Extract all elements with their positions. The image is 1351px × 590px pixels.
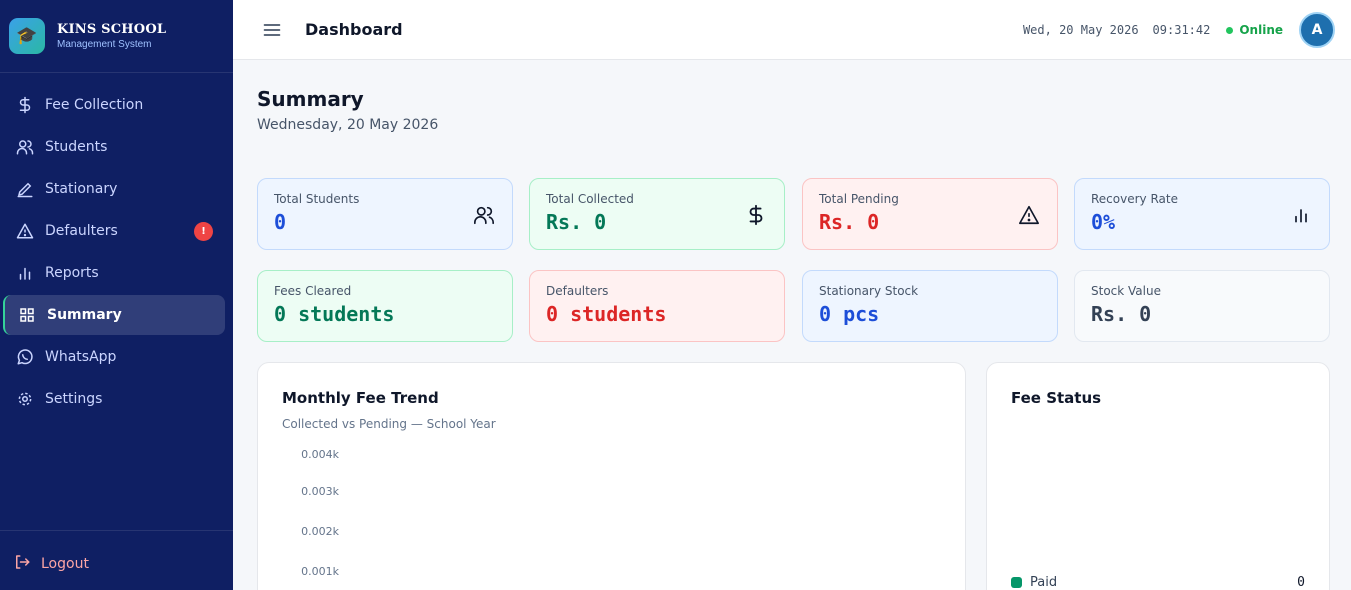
brand-title: KINS SCHOOL — [57, 22, 167, 37]
sidebar-item-reports[interactable]: Reports — [3, 253, 225, 293]
sidebar-item-label: Reports — [45, 265, 99, 281]
avatar[interactable]: A — [1299, 12, 1335, 48]
stat-label: Fees Cleared — [274, 284, 352, 298]
top-header: Dashboard Wed, 20 May 2026 09:31:42 Onli… — [233, 0, 1351, 60]
header-date: Wed, 20 May 2026 — [1022, 23, 1139, 37]
sidebar-footer: Logout — [0, 530, 233, 590]
stat-value: 0% — [1091, 210, 1116, 234]
dollar-icon — [744, 203, 768, 227]
stat-card-defaulters: Defaulters 0 students — [529, 270, 785, 342]
main-content: Summary Wednesday, 20 May 2026 Total Stu… — [233, 60, 1351, 590]
logout-icon — [13, 553, 31, 575]
page-title: Dashboard — [305, 20, 403, 39]
legend-item-paid: Paid 0 — [1011, 575, 1305, 590]
pen-icon — [15, 179, 35, 199]
users-icon — [472, 203, 496, 227]
header-right: Wed, 20 May 2026 09:31:42 Online A — [1023, 0, 1335, 60]
hamburger-icon — [263, 23, 281, 36]
sidebar-item-students[interactable]: Students — [3, 127, 225, 167]
stat-value: Rs. 0 — [819, 210, 880, 234]
stat-card-fees-cleared: Fees Cleared 0 students — [257, 270, 513, 342]
users-icon — [15, 137, 35, 157]
y-tick-label: 0.004k — [301, 448, 339, 461]
y-tick-label: 0.002k — [301, 525, 339, 538]
stat-card-total-collected: Total Collected Rs. 0 — [529, 178, 785, 250]
menu-toggle-button[interactable] — [261, 19, 283, 41]
sidebar: 🎓 KINS SCHOOL Management System Fee Coll… — [0, 0, 233, 590]
dollar-icon — [15, 95, 35, 115]
legend-value: 0 — [1297, 575, 1305, 590]
sidebar-item-label: Defaulters — [45, 223, 118, 239]
stat-value: Rs. 0 — [1091, 302, 1152, 326]
sidebar-item-label: Stationary — [45, 181, 118, 197]
online-label: Online — [1239, 23, 1283, 37]
fee-status-title: Fee Status — [1011, 389, 1102, 407]
stat-label: Defaulters — [546, 284, 609, 298]
stat-card-total-pending: Total Pending Rs. 0 — [802, 178, 1058, 250]
graduation-cap-icon: 🎓 — [9, 18, 45, 54]
y-tick-label: 0.001k — [301, 565, 339, 578]
sidebar-item-label: Fee Collection — [45, 97, 144, 113]
trend-title: Monthly Fee Trend — [282, 389, 439, 407]
brand-subtitle: Management System — [57, 39, 152, 50]
sidebar-item-settings[interactable]: Settings — [3, 379, 225, 419]
summary-title: Summary — [257, 87, 364, 111]
sidebar-item-label: Settings — [45, 391, 103, 407]
online-status: Online — [1226, 23, 1283, 37]
warning-icon — [1017, 203, 1041, 227]
stat-card-recovery-rate: Recovery Rate 0% — [1074, 178, 1330, 250]
whatsapp-icon — [15, 347, 35, 367]
sidebar-item-label: Summary — [47, 307, 122, 323]
stat-value: 0 — [274, 210, 287, 234]
stat-label: Total Collected — [546, 192, 634, 206]
sidebar-item-whatsapp[interactable]: WhatsApp — [3, 337, 225, 377]
stat-value: 0 students — [546, 302, 667, 326]
trend-subtitle: Collected vs Pending — School Year — [282, 417, 496, 431]
legend-swatch — [1011, 577, 1022, 588]
stat-label: Total Pending — [819, 192, 899, 206]
gear-icon — [15, 389, 35, 409]
bar-chart-icon — [15, 263, 35, 283]
defaulters-badge: ! — [194, 222, 213, 241]
stat-value: 0 students — [274, 302, 395, 326]
stat-label: Stationary Stock — [819, 284, 919, 298]
stat-card-total-students: Total Students 0 — [257, 178, 513, 250]
logout-label: Logout — [41, 556, 89, 572]
fee-status-panel: Fee Status Paid 0 — [986, 362, 1330, 590]
legend-label: Paid — [1030, 575, 1058, 590]
sidebar-item-summary[interactable]: Summary — [3, 295, 225, 335]
sidebar-item-label: WhatsApp — [45, 349, 117, 365]
sidebar-item-defaulters[interactable]: Defaulters ! — [3, 211, 225, 251]
grid-icon — [17, 305, 37, 325]
warning-icon — [15, 221, 35, 241]
monthly-fee-trend-panel: Monthly Fee Trend Collected vs Pending —… — [257, 362, 966, 590]
stat-label: Total Students — [274, 192, 360, 206]
stat-card-stock-value: Stock Value Rs. 0 — [1074, 270, 1330, 342]
stat-value: Rs. 0 — [546, 210, 607, 234]
status-dot-icon — [1226, 26, 1234, 34]
header-time: 09:31:42 — [1152, 23, 1211, 37]
sidebar-item-fee-collection[interactable]: Fee Collection — [3, 85, 225, 125]
stat-value: 0 pcs — [819, 302, 880, 326]
stat-label: Stock Value — [1091, 284, 1161, 298]
y-tick-label: 0.003k — [301, 485, 339, 498]
stat-label: Recovery Rate — [1091, 192, 1178, 206]
sidebar-nav: Fee Collection Students Stationary Defau… — [0, 73, 233, 419]
sidebar-item-stationary[interactable]: Stationary — [3, 169, 225, 209]
summary-date: Wednesday, 20 May 2026 — [257, 117, 439, 133]
bar-chart-icon — [1289, 203, 1313, 227]
stat-card-stationary-stock: Stationary Stock 0 pcs — [802, 270, 1058, 342]
brand: 🎓 KINS SCHOOL Management System — [0, 0, 233, 73]
logout-button[interactable]: Logout — [3, 544, 225, 584]
sidebar-item-label: Students — [45, 139, 108, 155]
